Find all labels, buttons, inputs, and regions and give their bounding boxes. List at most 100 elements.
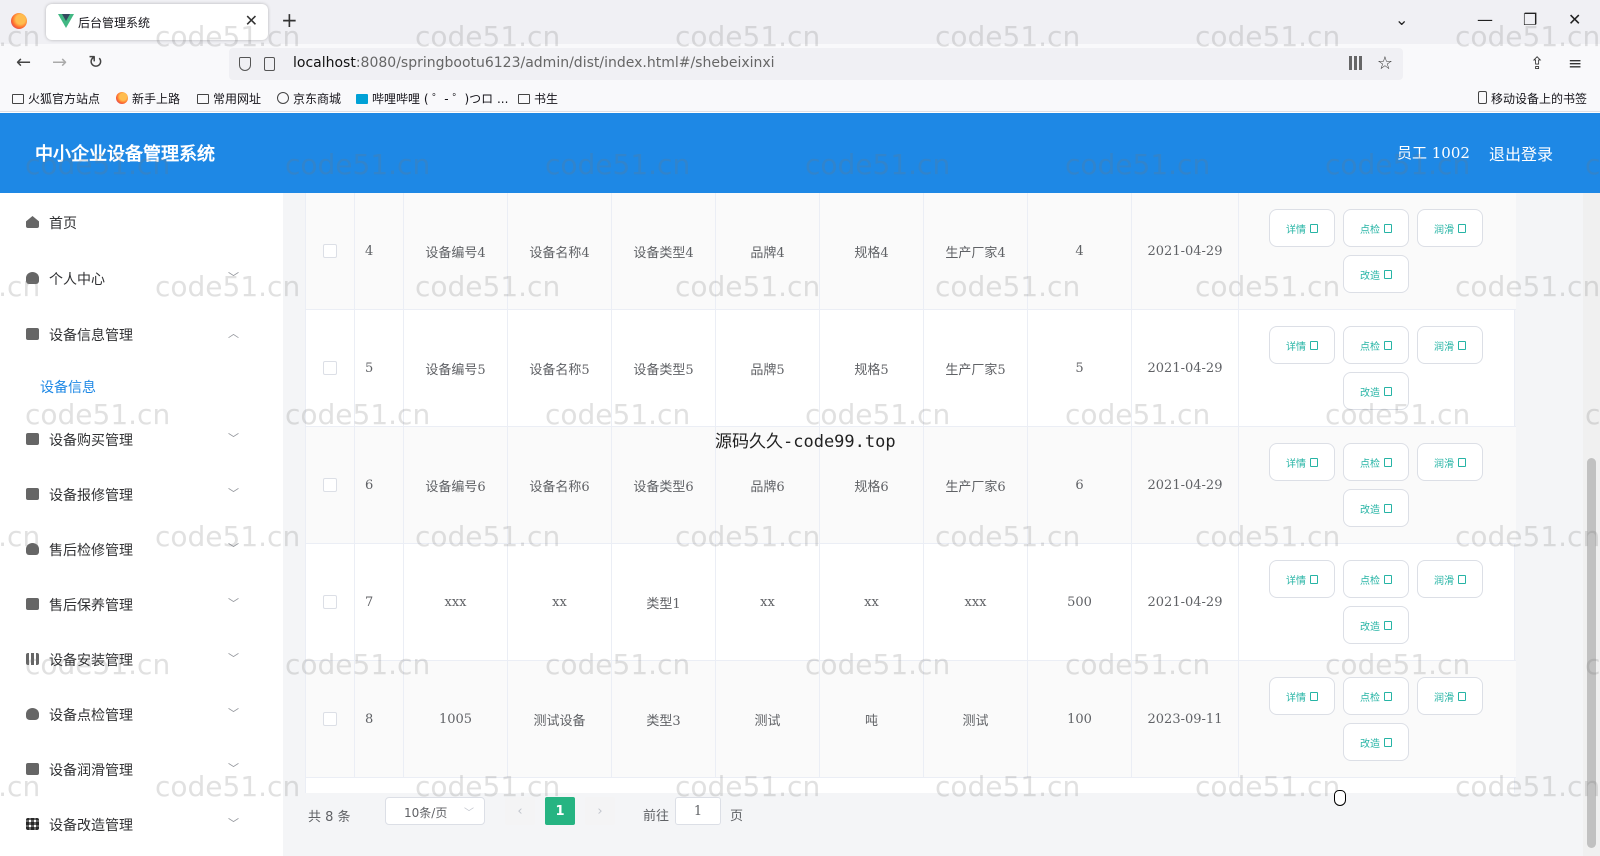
inspect-button[interactable]: 点检: [1343, 209, 1409, 247]
reload-icon[interactable]: ↻: [88, 53, 103, 73]
button-label: 详情: [1286, 341, 1306, 353]
row-checkbox[interactable]: [323, 712, 337, 726]
window-close-icon[interactable]: ✕: [1568, 10, 1581, 29]
bookmark-getting-started[interactable]: 新手上路: [116, 90, 180, 107]
cell-date: 2021-04-29: [1132, 544, 1239, 660]
modify-button[interactable]: 改造: [1343, 489, 1409, 527]
inspect-button[interactable]: 点检: [1343, 560, 1409, 598]
lubricate-button[interactable]: 润滑: [1417, 326, 1483, 364]
sidebar-item-device-info-mgmt[interactable]: 设备信息管理 ︿: [0, 314, 283, 354]
page-icon[interactable]: [264, 57, 275, 71]
page-size-select[interactable]: 10条/页 ﹀: [385, 797, 485, 825]
star-icon[interactable]: ☆: [1377, 53, 1393, 74]
button-label: 改造: [1360, 738, 1380, 750]
chevron-down-icon: ﹀: [464, 808, 474, 819]
bookmark-bilibili[interactable]: 哔哩哔哩 ( ゜- ゜)つロ ...: [356, 90, 508, 107]
sidebar: 首页 个人中心 ﹀ 设备信息管理 ︿ 设备信息 设备购买管理 ﹀ 设备报修管理 …: [0, 193, 283, 856]
row-actions: 详情 点检 润滑 改造: [1239, 544, 1516, 660]
modify-button[interactable]: 改造: [1343, 606, 1409, 644]
firefox-icon[interactable]: [11, 13, 27, 29]
shield-icon[interactable]: [239, 57, 251, 71]
lubricate-button[interactable]: 润滑: [1417, 560, 1483, 598]
sidebar-subitem-device-info[interactable]: 设备信息: [40, 377, 96, 397]
url-text[interactable]: localhost:8080/springbootu6123/admin/dis…: [293, 55, 775, 71]
sidebar-item-label: 设备信息管理: [49, 328, 133, 344]
document-icon: [1458, 223, 1466, 233]
close-icon[interactable]: ✕: [245, 11, 258, 30]
inspect-button[interactable]: 点检: [1343, 443, 1409, 481]
logout-button[interactable]: 退出登录: [1489, 141, 1553, 165]
sidebar-item-personal-center[interactable]: 个人中心 ﹀: [0, 258, 283, 298]
lubricate-button[interactable]: 润滑: [1417, 677, 1483, 715]
sidebar-item-repair-mgmt[interactable]: 设备报修管理 ﹀: [0, 474, 283, 514]
url-bar[interactable]: localhost:8080/springbootu6123/admin/dis…: [229, 48, 1403, 80]
bookmark-shusheng[interactable]: 书生: [518, 90, 558, 107]
row-checkbox[interactable]: [323, 595, 337, 609]
table-row: 4 设备编号4 设备名称4 设备类型4 品牌4 规格4 生产厂家4 4 2021-04-29 详情…: [306, 193, 1516, 310]
bookmark-common-sites[interactable]: 常用网址: [197, 90, 261, 107]
sidebar-item-installation-mgmt[interactable]: 设备安装管理 ﹀: [0, 639, 283, 679]
page-scrollbar[interactable]: [1583, 193, 1600, 856]
lubricate-button[interactable]: 润滑: [1417, 443, 1483, 481]
cell-device-type: 设备类型6: [612, 427, 716, 543]
goto-page-input[interactable]: [675, 797, 721, 825]
table-row: 5 设备编号5 设备名称5 设备类型5 品牌5 规格5 生产厂家5 5 2021-04-29 详情…: [306, 310, 1516, 427]
cell-manufacturer: 生产厂家5: [924, 310, 1028, 426]
scrollbar-thumb[interactable]: [1587, 458, 1596, 848]
detail-button[interactable]: 详情: [1269, 209, 1335, 247]
cell-spec: 规格5: [820, 310, 924, 426]
next-page-button[interactable]: ›: [585, 797, 615, 825]
lubricate-button[interactable]: 润滑: [1417, 209, 1483, 247]
row-checkbox[interactable]: [323, 244, 337, 258]
page-number-button[interactable]: 1: [545, 797, 575, 825]
document-icon: [1384, 503, 1392, 513]
modify-button[interactable]: 改造: [1343, 255, 1409, 293]
bookmark-firefox-site[interactable]: 火狐官方站点: [12, 90, 100, 107]
chevron-down-icon: ﹀: [228, 271, 239, 284]
detail-button[interactable]: 详情: [1269, 677, 1335, 715]
detail-button[interactable]: 详情: [1269, 326, 1335, 364]
cell-index: 7: [355, 544, 404, 660]
clipboard-icon: [26, 598, 39, 610]
button-label: 润滑: [1434, 224, 1454, 236]
minimize-icon[interactable]: —: [1477, 10, 1493, 29]
cell-index: 8: [355, 661, 404, 777]
sidebar-item-modification-mgmt[interactable]: 设备改造管理 ﹀: [0, 804, 283, 844]
detail-button[interactable]: 详情: [1269, 560, 1335, 598]
menu-icon[interactable]: ≡: [1568, 54, 1582, 74]
cell-checkbox: [306, 310, 355, 426]
browser-tab[interactable]: 后台管理系统 ✕: [46, 4, 268, 40]
sidebar-item-inspection-mgmt[interactable]: 设备点检管理 ﹀: [0, 694, 283, 734]
modify-button[interactable]: 改造: [1343, 372, 1409, 410]
bookmarks-bar: 火狐官方站点 新手上路 常用网址 京东商城 哔哩哔哩 ( ゜- ゜)つロ ...…: [0, 84, 1600, 112]
button-label: 点检: [1360, 341, 1380, 353]
folder-icon: [12, 94, 24, 104]
sidebar-item-lubrication-mgmt[interactable]: 设备润滑管理 ﹀: [0, 749, 283, 789]
inspect-button[interactable]: 点检: [1343, 677, 1409, 715]
sidebar-item-after-sales-overhaul[interactable]: 售后检修管理 ﹀: [0, 529, 283, 569]
back-arrow-icon[interactable]: ←: [16, 53, 31, 73]
forward-arrow-icon[interactable]: →: [52, 53, 67, 73]
document-icon: [1310, 223, 1318, 233]
row-checkbox[interactable]: [323, 478, 337, 492]
bookmark-jd[interactable]: 京东商城: [277, 90, 341, 107]
new-tab-button[interactable]: +: [281, 10, 298, 30]
page-suffix-label: 页: [730, 809, 744, 824]
prev-page-button[interactable]: ‹: [505, 797, 535, 825]
row-checkbox[interactable]: [323, 361, 337, 375]
table-row: 8 1005 测试设备 类型3 测试吨测试 100 2023-09-11 详情 点检 润滑 改造: [306, 661, 1516, 778]
extensions-icon[interactable]: ⇪: [1530, 54, 1544, 74]
bar-chart-icon: [26, 653, 39, 665]
sidebar-item-after-sales-maintenance[interactable]: 售后保养管理 ﹀: [0, 584, 283, 624]
detail-button[interactable]: 详情: [1269, 443, 1335, 481]
sidebar-item-purchase-mgmt[interactable]: 设备购买管理 ﹀: [0, 419, 283, 459]
bookmark-mobile[interactable]: 移动设备上的书签: [1478, 90, 1587, 107]
restore-icon[interactable]: ❐: [1523, 10, 1537, 29]
sidebar-item-label: 设备安装管理: [49, 653, 133, 669]
document-icon: [1384, 620, 1392, 630]
chevron-down-icon[interactable]: ⌄: [1395, 10, 1408, 29]
qr-code-icon[interactable]: [1349, 56, 1363, 70]
inspect-button[interactable]: 点检: [1343, 326, 1409, 364]
sidebar-item-home[interactable]: 首页: [0, 202, 283, 242]
modify-button[interactable]: 改造: [1343, 723, 1409, 761]
